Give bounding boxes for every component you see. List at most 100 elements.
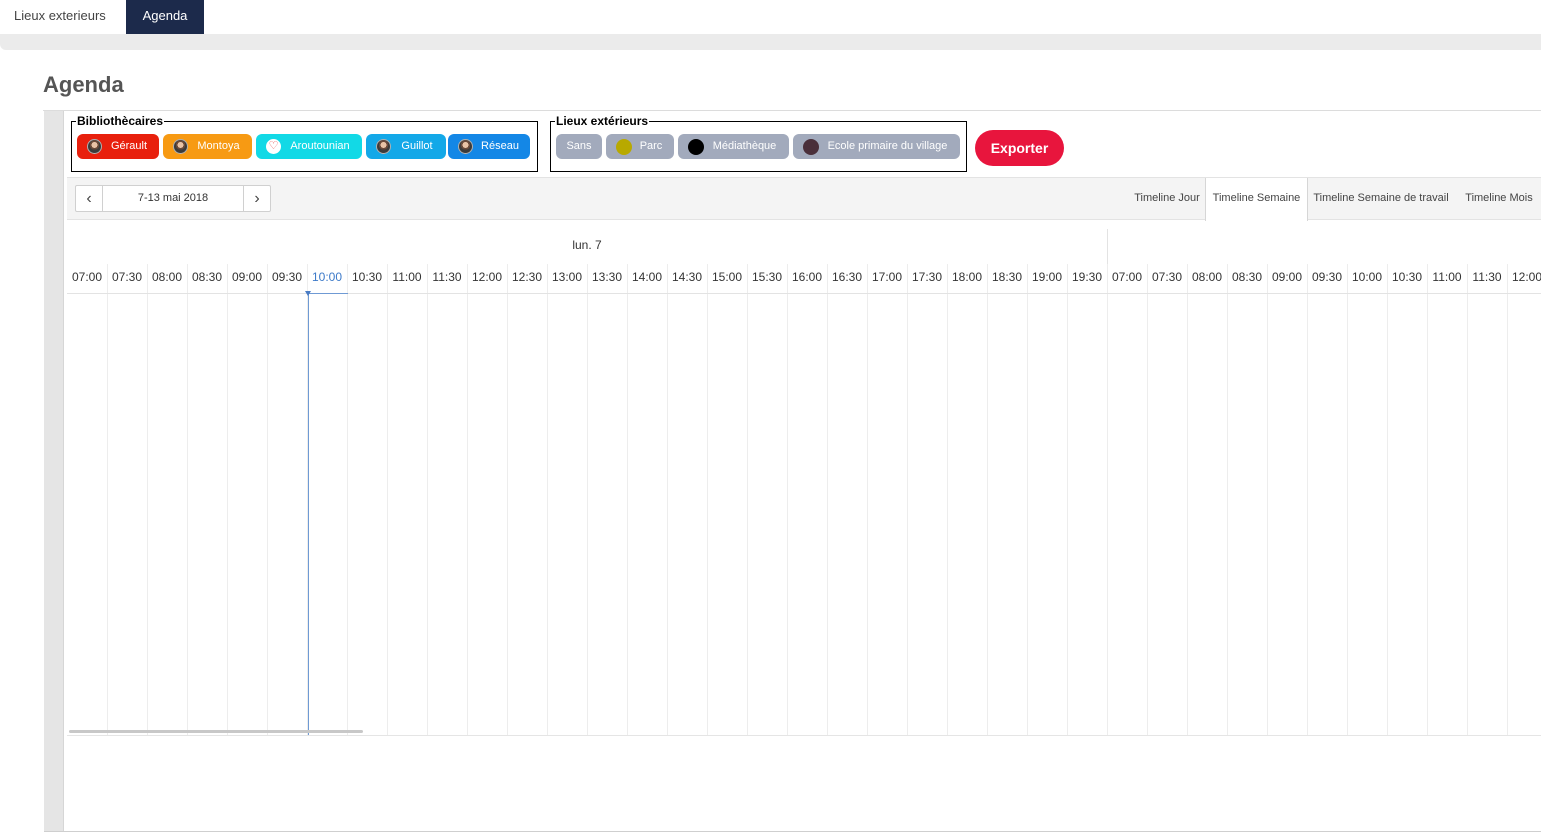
hour-slot[interactable]: 11:30 xyxy=(427,264,467,293)
grid-column-line xyxy=(667,264,668,735)
place-chip-1[interactable]: Sans xyxy=(556,134,602,159)
hour-slot[interactable]: 11:00 xyxy=(1427,264,1467,293)
hour-slot[interactable]: 09:30 xyxy=(267,264,307,293)
export-button[interactable]: Exporter xyxy=(975,130,1064,166)
grid-column-line xyxy=(1107,264,1108,735)
hour-slot[interactable]: 14:30 xyxy=(667,264,707,293)
avatar-icon xyxy=(87,139,102,154)
avatar-icon xyxy=(458,139,473,154)
grid-column-line xyxy=(1147,264,1148,735)
hour-slot[interactable]: 15:00 xyxy=(707,264,747,293)
place-chip-2[interactable]: Parc xyxy=(606,134,674,159)
librarian-chip-label: Gérault xyxy=(110,140,148,152)
tab-agenda[interactable]: Agenda xyxy=(126,0,204,34)
top-tab-bar: Lieux exterieurs Agenda xyxy=(0,0,1541,34)
grid-column-line xyxy=(947,264,948,735)
hour-slot[interactable]: 07:00 xyxy=(1107,264,1147,293)
place-chip-label: Parc xyxy=(639,140,663,152)
left-gutter xyxy=(44,111,64,831)
librarian-chip-label: Réseau xyxy=(481,140,519,152)
place-chip-label: Ecole primaire du village xyxy=(827,140,948,152)
hour-slot[interactable]: 12:00 xyxy=(1507,264,1541,293)
view-timeline-semaine[interactable]: Timeline Semaine xyxy=(1205,178,1308,221)
grid-column-line xyxy=(1347,264,1348,735)
hour-slot[interactable]: 12:30 xyxy=(507,264,547,293)
grid-column-line xyxy=(707,264,708,735)
color-dot-icon xyxy=(688,139,704,155)
hour-slot[interactable]: 17:00 xyxy=(867,264,907,293)
hour-header-row: 07:00 07:30 08:00 08:30 09:00 09:30 10:00 10:30… xyxy=(67,264,1541,294)
hour-slot[interactable]: 09:00 xyxy=(1267,264,1307,293)
hour-slot[interactable]: 08:00 xyxy=(1187,264,1227,293)
place-chip-3[interactable]: Médiathèque xyxy=(678,134,789,159)
hour-slot[interactable]: 15:30 xyxy=(747,264,787,293)
hour-slot[interactable]: 07:30 xyxy=(1147,264,1187,293)
timeline-grid[interactable]: lun. 7 07:00 07:30 08:00 08:30 09:00 09:30 10:… xyxy=(67,220,1541,736)
grid-column-line xyxy=(547,264,548,735)
page-title: Agenda xyxy=(43,72,124,97)
day-header: lun. 7 xyxy=(572,238,602,252)
grid-column-line xyxy=(187,264,188,735)
grid-column-line xyxy=(1027,264,1028,735)
avatar-icon xyxy=(376,139,391,154)
hour-slot[interactable]: 19:30 xyxy=(1067,264,1107,293)
hour-slot[interactable]: 19:00 xyxy=(1027,264,1067,293)
hour-slot[interactable]: 11:30 xyxy=(1467,264,1507,293)
hour-slot[interactable]: 07:00 xyxy=(67,264,107,293)
hour-slot[interactable]: 08:30 xyxy=(1227,264,1267,293)
grid-column-line xyxy=(827,264,828,735)
librarian-chip-1[interactable]: Gérault xyxy=(77,134,159,159)
librarian-chip-label: Montoya xyxy=(197,140,240,152)
hour-slot[interactable]: 10:30 xyxy=(1387,264,1427,293)
librarian-chip-2[interactable]: Montoya xyxy=(163,134,252,159)
grid-column-line xyxy=(867,264,868,735)
grid-column-line xyxy=(747,264,748,735)
librarian-chip-3[interactable]: ♡ Aroutounian xyxy=(256,134,362,159)
hour-slot[interactable]: 08:30 xyxy=(187,264,227,293)
hour-slot[interactable]: 13:30 xyxy=(587,264,627,293)
hour-slot[interactable]: 17:30 xyxy=(907,264,947,293)
hour-slot[interactable]: 14:00 xyxy=(627,264,667,293)
grid-column-line xyxy=(587,264,588,735)
view-timeline-semaine-de-travail[interactable]: Timeline Semaine de travail xyxy=(1308,178,1454,220)
hour-slot[interactable]: 07:30 xyxy=(107,264,147,293)
grid-column-line xyxy=(227,264,228,735)
grid-column-line xyxy=(1307,264,1308,735)
horizontal-scrollbar[interactable] xyxy=(69,730,363,733)
hour-slot[interactable]: 11:00 xyxy=(387,264,427,293)
place-chip-4[interactable]: Ecole primaire du village xyxy=(793,134,960,159)
hour-slot[interactable]: 18:00 xyxy=(947,264,987,293)
chevron-left-icon[interactable]: ‹ xyxy=(76,186,103,211)
librarian-chip-4[interactable]: Guillot xyxy=(366,134,446,159)
librarian-chip-label: Aroutounian xyxy=(290,140,350,152)
hour-slot[interactable]: 09:30 xyxy=(1307,264,1347,293)
grid-column-line xyxy=(427,264,428,735)
hour-slot[interactable]: 16:00 xyxy=(787,264,827,293)
hour-slot[interactable]: 10:30 xyxy=(347,264,387,293)
hour-slot[interactable]: 10:00 xyxy=(307,264,347,293)
hour-slot[interactable]: 10:00 xyxy=(1347,264,1387,293)
avatar-icon xyxy=(173,139,188,154)
date-range-picker[interactable]: 7-13 mai 2018 xyxy=(103,186,243,211)
grid-column-line xyxy=(387,264,388,735)
hour-slot[interactable]: 09:00 xyxy=(227,264,267,293)
grid-column-line xyxy=(1187,264,1188,735)
hour-slot[interactable]: 08:00 xyxy=(147,264,187,293)
color-dot-icon xyxy=(616,139,632,155)
librarian-chip-label: Guillot xyxy=(401,140,433,152)
grid-column-line xyxy=(1267,264,1268,735)
grid-column-line xyxy=(907,264,908,735)
bottom-divider xyxy=(44,831,1541,832)
view-timeline-mois[interactable]: Timeline Mois xyxy=(1457,178,1541,220)
hour-slot[interactable]: 12:00 xyxy=(467,264,507,293)
hour-slot[interactable]: 13:00 xyxy=(547,264,587,293)
librarian-chip-5[interactable]: Réseau xyxy=(448,134,530,159)
hour-slot[interactable]: 18:30 xyxy=(987,264,1027,293)
tab-lieux-exterieurs[interactable]: Lieux exterieurs xyxy=(0,0,110,34)
view-timeline-jour[interactable]: Timeline Jour xyxy=(1127,178,1207,220)
grid-column-line xyxy=(1387,264,1388,735)
hour-slot[interactable]: 16:30 xyxy=(827,264,867,293)
current-time-highlight xyxy=(308,293,348,294)
chevron-right-icon[interactable]: › xyxy=(243,186,270,211)
current-time-line xyxy=(308,293,309,735)
